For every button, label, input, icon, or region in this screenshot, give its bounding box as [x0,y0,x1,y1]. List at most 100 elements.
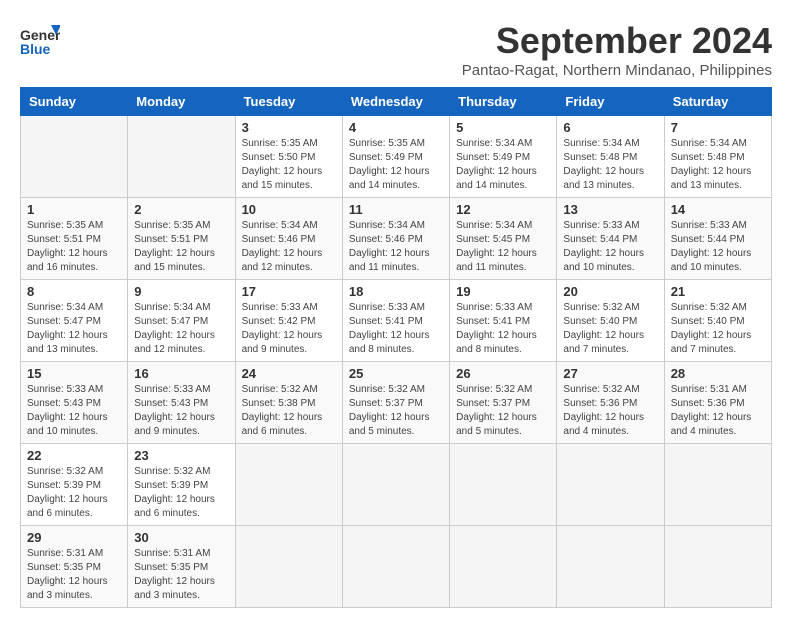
month-title: September 2024 [462,20,772,62]
calendar-week-row: 3 Sunrise: 5:35 AMSunset: 5:50 PMDaylight… [21,116,772,198]
calendar-header-thursday: Thursday [450,88,557,116]
day-info: Sunrise: 5:31 AMSunset: 5:35 PMDaylight:… [27,547,121,603]
day-info: Sunrise: 5:32 AMSunset: 5:40 PMDaylight:… [563,301,657,357]
day-number: 4 [349,120,443,135]
calendar-cell: 24Sunrise: 5:32 AMSunset: 5:38 PMDayligh… [235,362,342,444]
day-info: Sunrise: 5:33 AMSunset: 5:41 PMDaylight:… [349,301,443,357]
calendar-cell [128,116,235,198]
day-info: Sunrise: 5:34 AMSunset: 5:46 PMDaylight:… [242,219,336,275]
calendar-cell: 25Sunrise: 5:32 AMSunset: 5:37 PMDayligh… [342,362,449,444]
day-number: 3 [242,120,336,135]
page-container: General Blue September 2024 Pantao-Ragat… [20,20,772,608]
calendar-cell [450,444,557,526]
day-number: 14 [671,202,765,217]
calendar-cell [664,526,771,608]
day-number: 16 [134,366,228,381]
calendar-week-row: 29 Sunrise: 5:31 AMSunset: 5:35 PMDayligh… [21,526,772,608]
calendar-cell: 15Sunrise: 5:33 AMSunset: 5:43 PMDayligh… [21,362,128,444]
calendar-cell [342,526,449,608]
day-info: Sunrise: 5:34 AMSunset: 5:47 PMDaylight:… [134,301,228,357]
day-number: 17 [242,284,336,299]
day-number: 12 [456,202,550,217]
calendar-cell [557,526,664,608]
calendar-cell: 18 Sunrise: 5:33 AMSunset: 5:41 PMDayligh… [342,280,449,362]
calendar-cell: 27 Sunrise: 5:32 AMSunset: 5:36 PMDayligh… [557,362,664,444]
day-info: Sunrise: 5:33 AMSunset: 5:44 PMDaylight:… [671,219,765,275]
calendar-week-row: 1 Sunrise: 5:35 AMSunset: 5:51 PMDaylight… [21,198,772,280]
day-info: Sunrise: 5:34 AMSunset: 5:45 PMDaylight:… [456,219,550,275]
calendar-cell [342,444,449,526]
header: General Blue September 2024 Pantao-Ragat… [20,20,772,79]
calendar-cell: 12 Sunrise: 5:34 AMSunset: 5:45 PMDayligh… [450,198,557,280]
day-number: 5 [456,120,550,135]
calendar-header-friday: Friday [557,88,664,116]
calendar-header-row: SundayMondayTuesdayWednesdayThursdayFrid… [21,88,772,116]
day-info: Sunrise: 5:33 AMSunset: 5:44 PMDaylight:… [563,219,657,275]
day-info: Sunrise: 5:34 AMSunset: 5:46 PMDaylight:… [349,219,443,275]
day-info: Sunrise: 5:32 AMSunset: 5:36 PMDaylight:… [563,383,657,439]
calendar-cell: 20 Sunrise: 5:32 AMSunset: 5:40 PMDayligh… [557,280,664,362]
day-info: Sunrise: 5:35 AMSunset: 5:51 PMDaylight:… [134,219,228,275]
day-number: 19 [456,284,550,299]
day-number: 13 [563,202,657,217]
calendar-week-row: 22Sunrise: 5:32 AMSunset: 5:39 PMDayligh… [21,444,772,526]
day-number: 30 [134,530,228,545]
day-number: 21 [671,284,765,299]
day-number: 8 [27,284,121,299]
day-number: 29 [27,530,121,545]
calendar-week-row: 8 Sunrise: 5:34 AMSunset: 5:47 PMDaylight… [21,280,772,362]
calendar-cell: 14 Sunrise: 5:33 AMSunset: 5:44 PMDayligh… [664,198,771,280]
calendar-header-tuesday: Tuesday [235,88,342,116]
day-number: 18 [349,284,443,299]
day-info: Sunrise: 5:34 AMSunset: 5:48 PMDaylight:… [563,137,657,193]
calendar-cell: 17Sunrise: 5:33 AMSunset: 5:42 PMDayligh… [235,280,342,362]
calendar-cell: 23Sunrise: 5:32 AMSunset: 5:39 PMDayligh… [128,444,235,526]
day-info: Sunrise: 5:33 AMSunset: 5:41 PMDaylight:… [456,301,550,357]
calendar-cell [235,444,342,526]
calendar-cell: 5 Sunrise: 5:34 AMSunset: 5:49 PMDaylight… [450,116,557,198]
day-info: Sunrise: 5:32 AMSunset: 5:37 PMDaylight:… [456,383,550,439]
calendar-cell [235,526,342,608]
calendar-cell: 28Sunrise: 5:31 AMSunset: 5:36 PMDayligh… [664,362,771,444]
day-info: Sunrise: 5:32 AMSunset: 5:38 PMDaylight:… [242,383,336,439]
day-number: 15 [27,366,121,381]
day-number: 2 [134,202,228,217]
day-number: 27 [563,366,657,381]
day-number: 20 [563,284,657,299]
day-info: Sunrise: 5:33 AMSunset: 5:43 PMDaylight:… [134,383,228,439]
calendar-cell: 2 Sunrise: 5:35 AMSunset: 5:51 PMDaylight… [128,198,235,280]
calendar-header-wednesday: Wednesday [342,88,449,116]
day-info: Sunrise: 5:32 AMSunset: 5:39 PMDaylight:… [27,465,121,521]
day-info: Sunrise: 5:32 AMSunset: 5:40 PMDaylight:… [671,301,765,357]
calendar-cell: 6 Sunrise: 5:34 AMSunset: 5:48 PMDaylight… [557,116,664,198]
calendar-cell: 7Sunrise: 5:34 AMSunset: 5:48 PMDaylight… [664,116,771,198]
day-info: Sunrise: 5:34 AMSunset: 5:49 PMDaylight:… [456,137,550,193]
day-info: Sunrise: 5:31 AMSunset: 5:35 PMDaylight:… [134,547,228,603]
calendar-header-monday: Monday [128,88,235,116]
day-info: Sunrise: 5:35 AMSunset: 5:50 PMDaylight:… [242,137,336,193]
day-number: 26 [456,366,550,381]
day-number: 23 [134,448,228,463]
day-number: 9 [134,284,228,299]
calendar-cell: 1Sunrise: 5:35 AMSunset: 5:51 PMDaylight… [21,198,128,280]
day-number: 6 [563,120,657,135]
calendar-cell [450,526,557,608]
logo-icon: General Blue [20,20,60,60]
calendar-cell: 19 Sunrise: 5:33 AMSunset: 5:41 PMDayligh… [450,280,557,362]
day-info: Sunrise: 5:34 AMSunset: 5:47 PMDaylight:… [27,301,121,357]
day-number: 25 [349,366,443,381]
day-number: 1 [27,202,121,217]
calendar-cell [21,116,128,198]
calendar-cell [557,444,664,526]
logo: General Blue [20,20,60,60]
calendar-cell: 21 Sunrise: 5:32 AMSunset: 5:40 PMDayligh… [664,280,771,362]
day-info: Sunrise: 5:35 AMSunset: 5:49 PMDaylight:… [349,137,443,193]
calendar-cell: 3 Sunrise: 5:35 AMSunset: 5:50 PMDaylight… [235,116,342,198]
calendar-cell: 10Sunrise: 5:34 AMSunset: 5:46 PMDayligh… [235,198,342,280]
day-number: 7 [671,120,765,135]
calendar-header-sunday: Sunday [21,88,128,116]
location-title: Pantao-Ragat, Northern Mindanao, Philipp… [462,62,772,79]
calendar-cell: 22Sunrise: 5:32 AMSunset: 5:39 PMDayligh… [21,444,128,526]
day-number: 28 [671,366,765,381]
calendar-table: SundayMondayTuesdayWednesdayThursdayFrid… [20,87,772,608]
